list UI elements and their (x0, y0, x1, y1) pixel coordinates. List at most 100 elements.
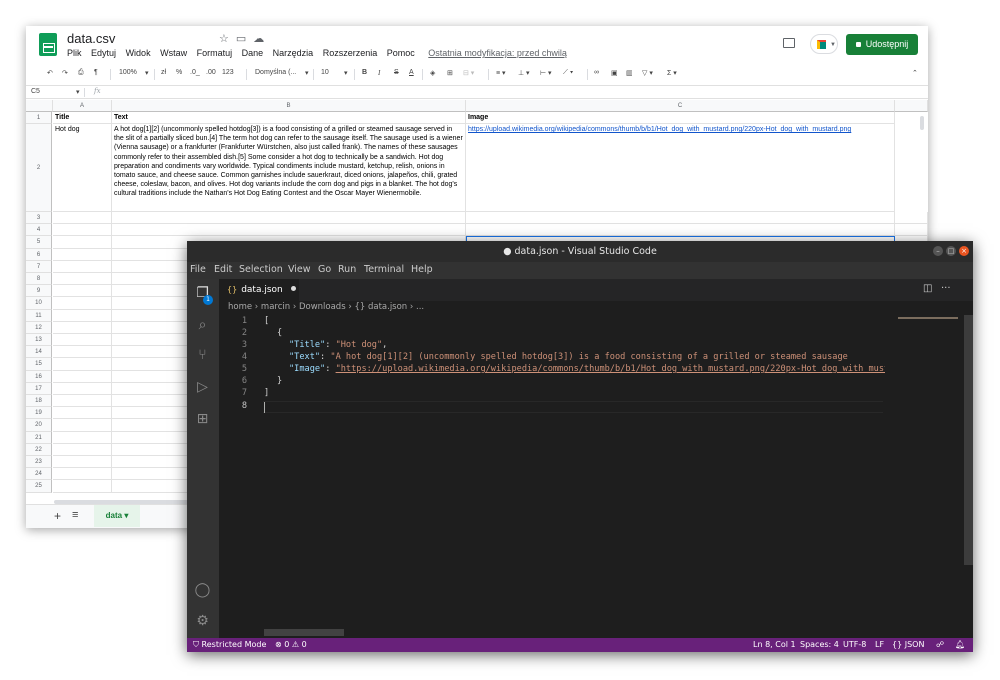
empty-cell[interactable] (53, 224, 112, 237)
unsaved-dot-icon[interactable] (290, 286, 296, 291)
breadcrumb-symbol[interactable]: ... (416, 302, 424, 312)
notifications-bell-icon[interactable]: 🔔︎ (955, 638, 965, 652)
menu-selection[interactable]: Selection (239, 264, 283, 275)
empty-cell[interactable] (53, 456, 112, 469)
star-icon[interactable]: ☆ (219, 33, 236, 45)
empty-cell[interactable] (53, 395, 112, 408)
empty-cell[interactable] (53, 273, 112, 286)
row-header[interactable]: 21 (26, 431, 52, 444)
font-size-select[interactable]: 10 (321, 69, 329, 76)
meet-button[interactable]: ▼ (810, 34, 838, 54)
split-editor-icon[interactable]: ◫ (923, 283, 932, 294)
borders-icon[interactable]: ⊞ (447, 69, 453, 77)
row-header[interactable]: 19 (26, 407, 52, 420)
row-header[interactable]: 11 (26, 309, 52, 322)
sheet-tab-data[interactable]: data ▾ (94, 505, 140, 527)
share-button[interactable]: Udostępnij (846, 34, 918, 55)
collapse-toolbar-icon[interactable]: ⌃ (912, 69, 918, 77)
cell-c1[interactable]: Image (466, 112, 895, 124)
file-name[interactable]: data.csv (67, 31, 115, 46)
indentation[interactable]: Spaces: 4 (800, 638, 839, 652)
column-header-b[interactable]: B (112, 100, 466, 112)
menu-terminal[interactable]: Terminal (364, 264, 404, 275)
empty-cell[interactable] (53, 285, 112, 298)
bold-button[interactable]: B (362, 69, 367, 76)
font-size-chevron-icon[interactable]: ▾ (344, 69, 348, 77)
search-icon[interactable]: ⌕ (194, 317, 211, 334)
cell-c2-link[interactable]: https://upload.wikimedia.org/wikipedia/c… (466, 124, 895, 212)
empty-cell[interactable] (53, 346, 112, 359)
number-format-button[interactable]: 123 (222, 69, 234, 76)
font-select[interactable]: Domyślna (... (255, 69, 296, 76)
breadcrumb-home[interactable]: home (228, 302, 252, 312)
column-header-c[interactable]: C (466, 100, 895, 112)
undo-icon[interactable]: ↶ (47, 69, 53, 77)
menu-edit[interactable]: Edit (214, 264, 232, 275)
comment-history-icon[interactable] (783, 38, 795, 48)
menu-tools[interactable]: Narzędzia (273, 48, 314, 58)
row-header[interactable]: 15 (26, 358, 52, 371)
menu-edit[interactable]: Edytuj (91, 48, 116, 58)
text-wrap-icon[interactable]: ⊢ ▾ (540, 69, 552, 77)
more-actions-icon[interactable]: ··· (941, 283, 951, 294)
all-sheets-icon[interactable]: ≡ (72, 509, 78, 521)
menu-file[interactable]: Plik (67, 48, 82, 58)
empty-cell[interactable] (112, 224, 466, 237)
name-box[interactable]: C5 (31, 88, 40, 95)
row-header[interactable]: 10 (26, 297, 52, 310)
empty-cell[interactable] (53, 212, 112, 225)
empty-cell[interactable] (53, 297, 112, 310)
menu-run[interactable]: Run (338, 264, 356, 275)
fill-color-icon[interactable]: ◈ (430, 69, 435, 77)
row-header[interactable]: 5 (26, 236, 52, 249)
minimize-icon[interactable]: – (933, 246, 943, 256)
vertical-align-icon[interactable]: ⊥ ▾ (518, 69, 530, 77)
add-sheet-icon[interactable]: + (54, 509, 61, 523)
run-debug-icon[interactable]: ▷ (194, 379, 211, 396)
filter-icon[interactable]: ▽ ▾ (642, 69, 653, 77)
paint-format-icon[interactable]: ¶ (94, 69, 98, 76)
zoom-select[interactable]: 100% (119, 69, 137, 76)
menu-extensions[interactable]: Rozszerzenia (323, 48, 378, 58)
code-editor[interactable]: 1 2 3 4 5 6 7 8 [ { "Title": "Hot dog", … (219, 315, 885, 633)
merge-cells-icon[interactable]: ⊟ ▾ (463, 69, 474, 77)
menu-insert[interactable]: Wstaw (160, 48, 187, 58)
increase-decimal-button[interactable]: .00 (206, 69, 216, 76)
empty-cell[interactable] (53, 248, 112, 261)
row-header[interactable]: 12 (26, 321, 52, 334)
last-modified-link[interactable]: Ostatnia modyfikacja: przed chwilą (428, 48, 567, 58)
menu-file[interactable]: File (190, 264, 206, 275)
column-header-a[interactable]: A (53, 100, 112, 112)
print-icon[interactable]: ⎙ (78, 69, 84, 77)
empty-cell[interactable] (53, 321, 112, 334)
row-header[interactable]: 22 (26, 443, 52, 456)
empty-cell[interactable] (53, 480, 112, 493)
empty-cell[interactable] (53, 468, 112, 481)
row-header[interactable]: 23 (26, 456, 52, 469)
editor-horizontal-scrollbar[interactable] (264, 629, 344, 636)
insert-comment-icon[interactable]: ▣ (611, 69, 618, 77)
select-all-corner[interactable] (26, 100, 53, 112)
empty-cell[interactable] (895, 224, 928, 237)
empty-cell[interactable] (53, 431, 112, 444)
empty-cell[interactable] (53, 443, 112, 456)
empty-cell[interactable] (53, 407, 112, 420)
empty-cell[interactable] (895, 212, 928, 225)
cell-b1[interactable]: Text (112, 112, 466, 124)
row-header[interactable]: 7 (26, 260, 52, 273)
empty-cell[interactable] (53, 370, 112, 383)
language-mode[interactable]: {} JSON (892, 638, 924, 652)
strikethrough-button[interactable]: S (394, 69, 399, 76)
maximize-icon[interactable]: □ (946, 246, 956, 256)
close-icon[interactable]: × (959, 246, 969, 256)
end-of-line[interactable]: LF (875, 638, 884, 652)
extensions-icon[interactable]: ⊞ (194, 411, 211, 428)
row-header[interactable]: 13 (26, 334, 52, 347)
accounts-icon[interactable]: ◯ (194, 582, 211, 599)
italic-button[interactable]: I (378, 69, 380, 77)
row-header[interactable]: 18 (26, 395, 52, 408)
row-header[interactable]: 2 (26, 124, 52, 212)
menu-view[interactable]: Widok (126, 48, 151, 58)
menu-format[interactable]: Formatuj (197, 48, 233, 58)
row-header[interactable]: 16 (26, 370, 52, 383)
